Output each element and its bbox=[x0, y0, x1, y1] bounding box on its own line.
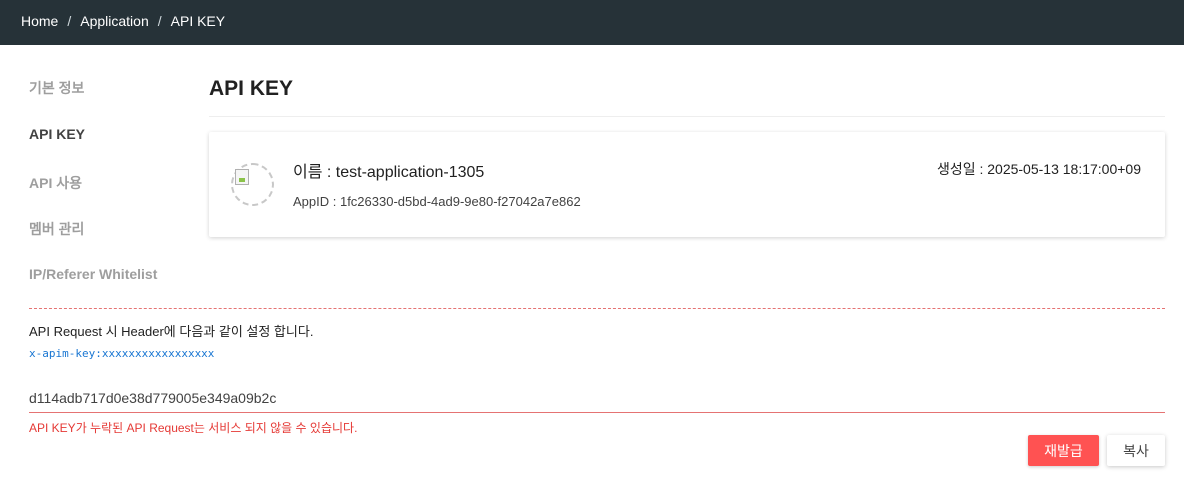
avatar bbox=[231, 163, 274, 206]
reissue-button[interactable]: 재발급 bbox=[1028, 435, 1099, 466]
section-divider bbox=[29, 308, 1165, 309]
sidebar-item-api-key[interactable]: API KEY bbox=[29, 126, 85, 142]
breadcrumb-home[interactable]: Home bbox=[21, 12, 58, 30]
header-example-code: x-apim-key:xxxxxxxxxxxxxxxxx bbox=[29, 347, 215, 360]
application-created-date: 생성일 : 2025-05-13 18:17:00+09 bbox=[936, 161, 1141, 177]
breadcrumb-current: API KEY bbox=[170, 13, 226, 29]
api-key-error-text: API KEY가 누락된 API Request는 서비스 되지 않을 수 있습… bbox=[29, 421, 358, 435]
sidebar-item-member-management[interactable]: 멤버 관리 bbox=[29, 219, 84, 239]
top-bar: Home / Application / API KEY bbox=[0, 0, 1184, 45]
breadcrumb: Home / Application / API KEY bbox=[21, 12, 225, 30]
sidebar-item-api-usage[interactable]: API 사용 bbox=[29, 173, 82, 193]
sidebar-item-ip-referer-whitelist[interactable]: IP/Referer Whitelist bbox=[29, 266, 157, 282]
copy-button[interactable]: 복사 bbox=[1107, 435, 1165, 466]
breadcrumb-separator: / bbox=[157, 13, 162, 29]
application-card: 이름 : test-application-1305 AppID : 1fc26… bbox=[209, 132, 1165, 237]
application-name: 이름 : test-application-1305 bbox=[293, 164, 485, 181]
api-key-field[interactable] bbox=[29, 384, 1165, 413]
header-hint-text: API Request 시 Header에 다음과 같이 설정 합니다. bbox=[29, 324, 314, 339]
sidebar-item-basic-info[interactable]: 기본 정보 bbox=[29, 78, 84, 98]
breadcrumb-application[interactable]: Application bbox=[80, 12, 149, 30]
application-app-id: AppID : 1fc26330-d5bd-4ad9-9e80-f27042a7… bbox=[293, 194, 581, 209]
title-divider bbox=[209, 116, 1165, 117]
broken-image-icon bbox=[235, 169, 249, 185]
breadcrumb-separator: / bbox=[67, 13, 72, 29]
page-title: API KEY bbox=[209, 77, 294, 100]
